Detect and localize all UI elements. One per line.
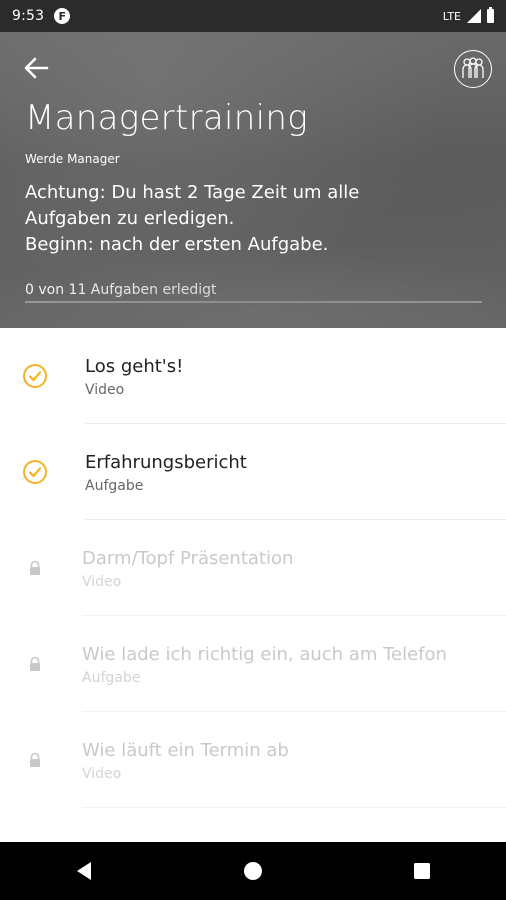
back-button[interactable] bbox=[18, 50, 54, 86]
task-item[interactable]: Erfahrungsbericht Aufgabe bbox=[0, 424, 506, 520]
task-title: Wie läuft ein Termin ab bbox=[82, 740, 289, 761]
task-type: Video bbox=[85, 382, 125, 398]
system-nav-bar bbox=[0, 842, 506, 900]
task-item[interactable]: Wie lade ich richtig ein, auch am Telefo… bbox=[0, 616, 506, 712]
task-title: Darm/Topf Präsentation bbox=[82, 548, 294, 569]
task-item[interactable] bbox=[0, 808, 506, 842]
battery-icon bbox=[487, 7, 494, 23]
status-time: 9:53 bbox=[12, 8, 45, 24]
home-circle-icon bbox=[243, 862, 262, 880]
status-indicators: LTE bbox=[442, 7, 494, 23]
arrow-left-icon bbox=[24, 57, 49, 79]
nav-home-button[interactable] bbox=[223, 851, 283, 891]
nav-recents-button[interactable] bbox=[392, 851, 452, 891]
task-item[interactable]: Los geht's! Video bbox=[0, 328, 506, 424]
lock-icon bbox=[22, 651, 48, 677]
course-subtitle: Werde Manager bbox=[25, 152, 120, 166]
task-title: Wie lade ich richtig ein, auch am Telefo… bbox=[82, 644, 447, 665]
page-title: Managertraining bbox=[25, 98, 308, 138]
status-bar: 9:53 F LTE bbox=[0, 0, 506, 32]
nav-back-button[interactable] bbox=[54, 851, 114, 891]
notification-icon: F bbox=[54, 8, 71, 24]
check-circle-icon bbox=[22, 459, 48, 485]
task-type: Video bbox=[82, 766, 122, 782]
check-circle-icon bbox=[22, 363, 48, 389]
team-button[interactable] bbox=[454, 50, 492, 88]
progress-bar bbox=[25, 301, 482, 303]
task-type: Aufgabe bbox=[85, 478, 144, 494]
progress-text: 0 von 11 Aufgaben erledigt bbox=[25, 282, 217, 298]
network-label: LTE bbox=[442, 9, 461, 23]
recents-square-icon bbox=[413, 863, 430, 879]
deadline-notice: Achtung: Du hast 2 Tage Zeit um alle Auf… bbox=[25, 182, 360, 255]
back-triangle-icon bbox=[77, 862, 92, 880]
task-type: Video bbox=[82, 574, 122, 590]
task-title: Erfahrungsbericht bbox=[85, 452, 247, 473]
task-item[interactable]: Darm/Topf Präsentation Video bbox=[0, 520, 506, 616]
course-header: Managertraining Werde Manager Achtung: D… bbox=[0, 32, 506, 328]
team-icon bbox=[462, 57, 484, 78]
task-title: Los geht's! bbox=[85, 356, 184, 377]
task-type: Aufgabe bbox=[82, 670, 141, 686]
task-item[interactable]: Wie läuft ein Termin ab Video bbox=[0, 712, 506, 808]
lock-icon bbox=[22, 747, 48, 773]
task-list: Los geht's! Video Erfahrungsbericht Aufgabe… bbox=[0, 328, 506, 842]
signal-icon bbox=[467, 9, 481, 23]
lock-icon bbox=[22, 555, 48, 581]
